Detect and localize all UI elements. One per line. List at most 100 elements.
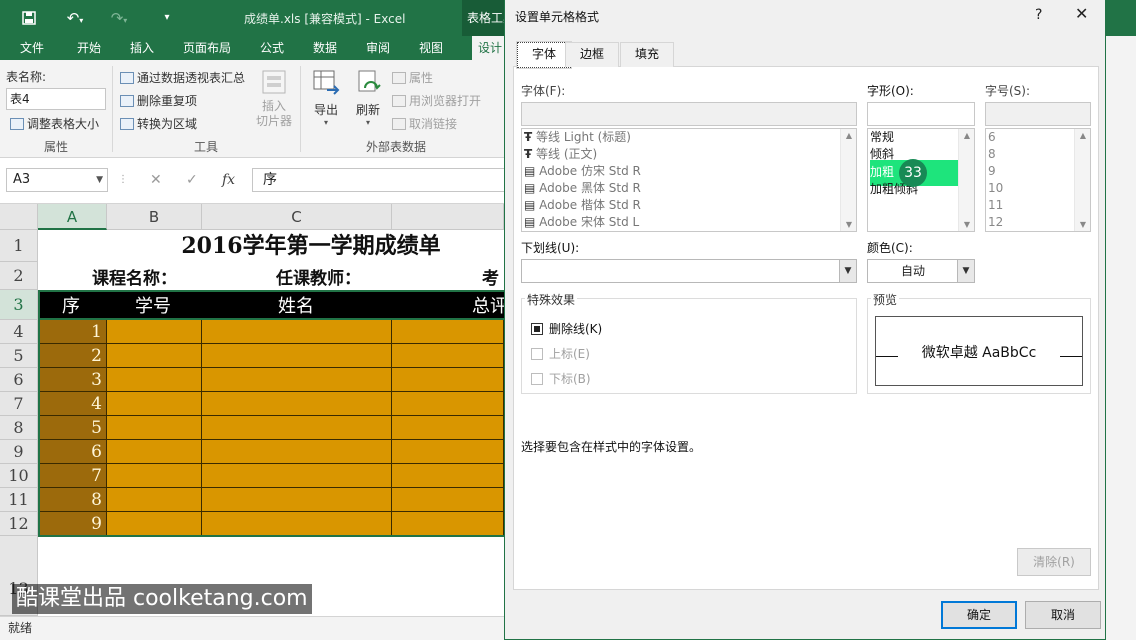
insert-slicer-button[interactable]: 插入 切片器 (256, 68, 292, 129)
scroll-down-icon[interactable]: ▼ (1075, 220, 1090, 229)
table-cell[interactable] (392, 464, 504, 488)
style-list-scrollbar[interactable]: ▲ ▼ (958, 129, 974, 231)
tab-border[interactable]: 边框 (565, 42, 620, 67)
row-header[interactable]: 5 (0, 344, 38, 368)
customize-qat-icon[interactable]: ▾ (158, 6, 176, 30)
header-total[interactable]: 总评 (472, 292, 504, 318)
table-cell[interactable] (392, 344, 504, 368)
exam-label[interactable]: 考 (482, 264, 499, 289)
row-header[interactable]: 8 (0, 416, 38, 440)
table-cell[interactable] (392, 488, 504, 512)
table-cell[interactable] (107, 464, 202, 488)
row-header[interactable]: 2 (0, 262, 38, 290)
row-header[interactable]: 11 (0, 488, 38, 512)
font-input[interactable] (521, 102, 857, 126)
name-box[interactable]: A3 ▼ (6, 168, 108, 192)
tab-fill[interactable]: 填充 (620, 42, 675, 67)
table-cell[interactable] (392, 368, 504, 392)
cancel-icon[interactable]: ✕ (150, 172, 162, 188)
enter-icon[interactable]: ✓ (186, 172, 198, 188)
row-header[interactable]: 12 (0, 512, 38, 536)
table-cell[interactable] (202, 512, 392, 536)
header-student-id[interactable]: 学号 (135, 292, 171, 318)
list-item[interactable]: 6 (988, 129, 996, 146)
list-item[interactable]: 加粗 (870, 164, 894, 181)
table-cell[interactable] (107, 368, 202, 392)
table-cell[interactable] (392, 320, 504, 344)
help-icon[interactable]: ? (1035, 7, 1042, 23)
table-cell[interactable] (107, 512, 202, 536)
scroll-down-icon[interactable]: ▼ (959, 220, 974, 229)
teacher-label[interactable]: 任课教师： (276, 264, 361, 289)
insert-function-icon[interactable]: fx (222, 172, 235, 188)
column-header-a[interactable]: A (38, 204, 107, 230)
table-cell[interactable] (202, 320, 392, 344)
table-cell[interactable] (107, 320, 202, 344)
tab-design[interactable]: 设计 (472, 36, 509, 60)
tab-data[interactable]: 数据 (313, 36, 337, 60)
seq-cell[interactable]: 1 (40, 322, 106, 342)
ok-button[interactable]: 确定 (941, 601, 1017, 629)
chevron-down-icon[interactable]: ▼ (957, 260, 974, 282)
font-listbox[interactable]: Ŧ 等线 Light (标题) Ŧ 等线 (正文) ▤ Adobe 仿宋 Std… (521, 128, 857, 232)
row-header[interactable]: 6 (0, 368, 38, 392)
column-header-b[interactable]: B (107, 204, 202, 230)
list-item[interactable]: ▤ Adobe 仿宋 Std R (524, 163, 641, 180)
font-style-listbox[interactable]: 常规 倾斜 加粗 加粗倾斜 33 ▲ ▼ (867, 128, 975, 232)
color-select[interactable]: 自动 ▼ (867, 259, 975, 283)
properties-button[interactable]: 属性 (392, 69, 433, 86)
subscript-checkbox[interactable]: 下标(B) (531, 370, 591, 387)
list-item[interactable]: ▤ Adobe 宋体 Std L (524, 214, 639, 231)
row-header[interactable]: 7 (0, 392, 38, 416)
row-header[interactable]: 4 (0, 320, 38, 344)
row-header[interactable]: 10 (0, 464, 38, 488)
scroll-up-icon[interactable]: ▲ (841, 131, 856, 140)
scroll-up-icon[interactable]: ▲ (959, 131, 974, 140)
convert-to-range-button[interactable]: 转换为区域 (120, 115, 197, 132)
clear-button[interactable]: 清除(R) (1017, 548, 1091, 576)
save-icon[interactable] (18, 6, 40, 30)
table-cell[interactable] (392, 416, 504, 440)
seq-cell[interactable]: 6 (40, 442, 106, 462)
scroll-down-icon[interactable]: ▼ (841, 220, 856, 229)
unlink-button[interactable]: 取消链接 (392, 115, 457, 132)
header-name[interactable]: 姓名 (278, 292, 314, 318)
strikethrough-checkbox[interactable]: 删除线(K) (531, 320, 602, 337)
tab-review[interactable]: 审阅 (366, 36, 390, 60)
font-style-input[interactable] (867, 102, 975, 126)
row-header[interactable]: 3 (0, 290, 38, 320)
font-list-scrollbar[interactable]: ▲ ▼ (840, 129, 856, 231)
undo-icon[interactable]: ↶▾ (60, 6, 90, 30)
font-size-listbox[interactable]: 6 8 9 10 11 12 ▲ ▼ (985, 128, 1091, 232)
list-item[interactable]: 8 (988, 146, 996, 163)
list-item[interactable]: Ŧ 等线 (正文) (524, 146, 597, 163)
select-all-corner[interactable] (0, 204, 38, 230)
table-cell[interactable] (202, 344, 392, 368)
tab-font[interactable]: 字体 (515, 41, 573, 69)
seq-cell[interactable]: 9 (40, 514, 106, 534)
summarize-pivot-button[interactable]: 通过数据透视表汇总 (120, 69, 245, 86)
list-item[interactable]: 常规 (870, 129, 894, 146)
formula-input[interactable]: 序 (252, 168, 504, 192)
size-list-scrollbar[interactable]: ▲ ▼ (1074, 129, 1090, 231)
chevron-down-icon[interactable]: ▼ (839, 260, 856, 282)
remove-duplicates-button[interactable]: 删除重复项 (120, 92, 197, 109)
tab-page-layout[interactable]: 页面布局 (183, 36, 231, 60)
open-in-browser-button[interactable]: 用浏览器打开 (392, 92, 481, 109)
table-cell[interactable] (107, 440, 202, 464)
table-cell[interactable] (202, 392, 392, 416)
redo-icon[interactable]: ↷▾ (104, 6, 134, 30)
list-item[interactable]: ▤ Adobe 楷体 Std R (524, 197, 641, 214)
scroll-up-icon[interactable]: ▲ (1075, 131, 1090, 140)
tab-file[interactable]: 文件 (20, 36, 44, 60)
table-cell[interactable] (202, 488, 392, 512)
column-header-d[interactable] (392, 204, 504, 230)
tab-insert[interactable]: 插入 (130, 36, 154, 60)
cancel-button[interactable]: 取消 (1025, 601, 1101, 629)
table-cell[interactable] (202, 440, 392, 464)
list-item[interactable]: 11 (988, 197, 1003, 214)
superscript-checkbox[interactable]: 上标(E) (531, 345, 590, 362)
list-item[interactable]: 10 (988, 180, 1003, 197)
table-cell[interactable] (107, 416, 202, 440)
resize-table-button[interactable]: 调整表格大小 (10, 115, 99, 132)
